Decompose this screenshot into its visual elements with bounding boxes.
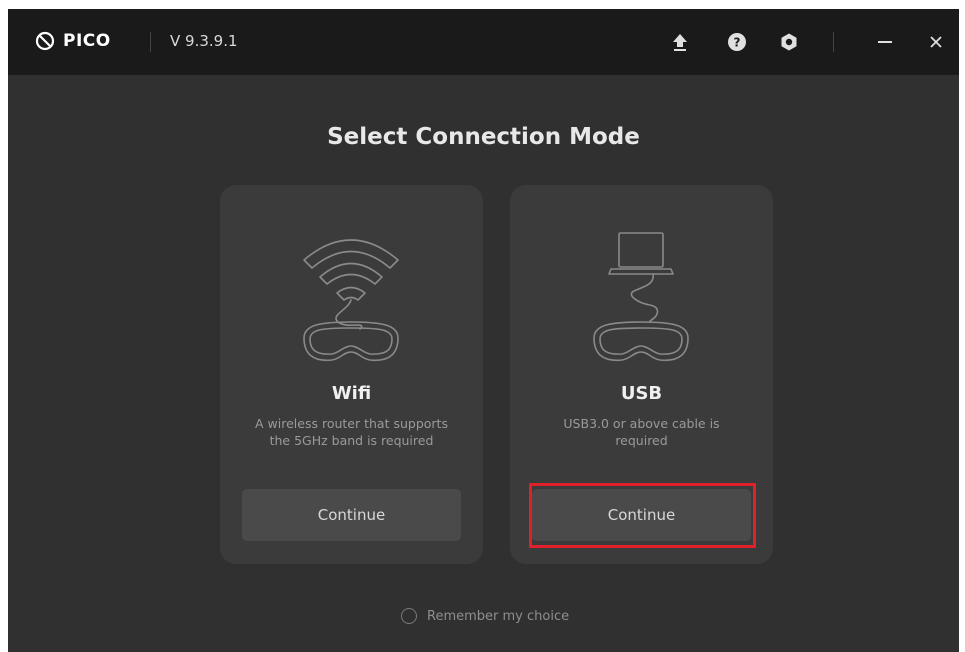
remember-label: Remember my choice <box>427 608 570 624</box>
usb-title: USB <box>620 383 663 404</box>
wifi-continue-button[interactable]: Continue <box>242 489 461 541</box>
page-title: Select Connection Mode <box>327 124 640 150</box>
usb-headset-icon <box>593 232 689 362</box>
pico-logo: PICO <box>35 31 111 51</box>
usb-description: USB3.0 or above cable is required <box>563 416 720 448</box>
app-name: PICO <box>63 31 111 51</box>
settings-icon[interactable] <box>776 29 802 55</box>
version-label: V 9.3.9.1 <box>170 32 238 50</box>
remember-choice-option[interactable]: Remember my choice <box>401 608 569 624</box>
wifi-title: Wifi <box>331 383 372 404</box>
usb-card[interactable]: USB USB3.0 or above cable is required Co… <box>510 185 773 564</box>
usb-continue-button[interactable]: Continue <box>532 489 751 541</box>
title-bar: PICO V 9.3.9.1 ? <box>8 9 959 75</box>
app-window: PICO V 9.3.9.1 ? Select Connection Mode … <box>8 9 959 652</box>
wifi-description: A wireless router that supports the 5GHz… <box>255 416 448 448</box>
remember-radio[interactable] <box>401 608 417 624</box>
title-divider-2 <box>833 32 834 52</box>
pico-logo-icon <box>35 31 55 51</box>
close-icon[interactable] <box>923 29 949 55</box>
upload-icon[interactable] <box>667 29 693 55</box>
title-divider <box>150 32 151 52</box>
svg-text:?: ? <box>734 36 741 50</box>
help-icon[interactable]: ? <box>724 29 750 55</box>
minimize-icon[interactable] <box>872 29 898 55</box>
wifi-headset-icon <box>303 239 399 362</box>
wifi-card[interactable]: Wifi A wireless router that supports the… <box>220 185 483 564</box>
